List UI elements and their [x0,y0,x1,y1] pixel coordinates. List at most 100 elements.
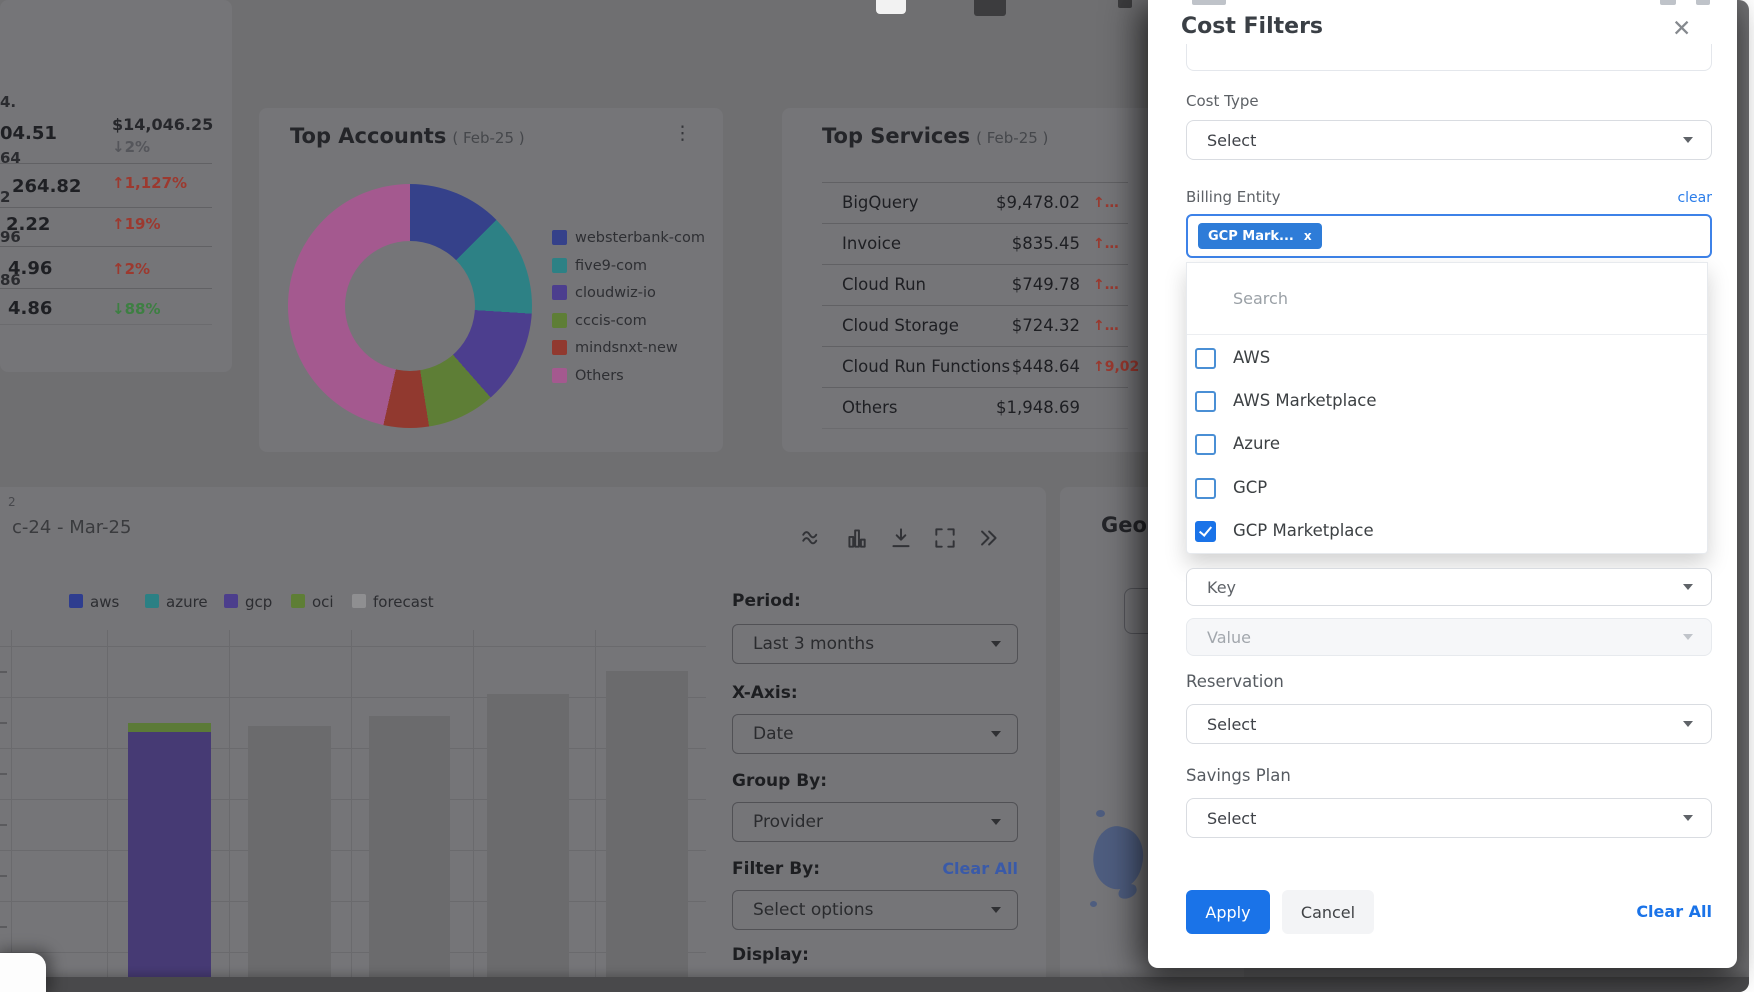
billing-option[interactable]: AWS [1187,337,1707,381]
option-label: GCP [1233,478,1267,497]
divider [0,324,212,325]
legend-label: five9-com [575,258,647,274]
stats-row-change-1: ↑2% [112,260,150,278]
billing-option[interactable]: AWS Marketplace [1187,380,1707,424]
option-label: AWS Marketplace [1233,391,1377,410]
trend-bar [487,694,569,977]
reservation-label: Reservation [1186,672,1284,691]
panel-clear-all-link[interactable]: Clear All [1602,902,1712,921]
legend-swatch [552,368,567,383]
legend-swatch [145,594,159,608]
axis-tick [0,722,7,724]
service-change: ↑… [1093,195,1119,211]
billing-entity-multiselect[interactable]: GCP Mark... x [1186,214,1712,258]
legend-swatch [552,313,567,328]
option-label: Azure [1233,434,1280,453]
trend-title-fragment: 2 [8,495,16,509]
status-bubble [0,953,46,992]
billing-option[interactable]: GCP Marketplace [1187,510,1707,554]
legend-swatch [224,594,238,608]
stats-row-sub: 2 [0,188,10,206]
line-chart-icon[interactable] [800,525,826,551]
checkbox[interactable] [1195,434,1216,455]
legend-label: forecast [373,593,434,611]
service-change: ↑… [1093,277,1119,293]
savings-plan-select[interactable]: Select [1186,798,1712,838]
top-accounts-title: Top Accounts [290,124,446,148]
stats-row-change-1: ↑1,127% [112,174,187,192]
legend-label: aws [90,593,119,611]
groupby-label: Group By: [732,771,827,791]
apply-button[interactable]: Apply [1186,890,1270,934]
trend-bar [606,671,688,977]
stats-row-value: 264.82 [12,176,81,197]
kebab-menu-icon[interactable]: ⋮ [673,124,692,143]
cancel-button[interactable]: Cancel [1282,890,1374,934]
top-edge-artifact [1696,0,1710,5]
card-title: Top Services( Feb-25 ) [822,124,1048,148]
download-icon[interactable] [888,525,914,551]
divider [822,182,1128,183]
double-chevron-icon[interactable] [975,525,1001,551]
fullscreen-icon[interactable] [932,525,958,551]
donut-hole [345,241,475,371]
filterby-select[interactable]: Select options [732,890,1018,930]
divider [822,428,1128,429]
billing-entity-clear-link[interactable]: clear [1612,190,1712,206]
scrolled-input-partial[interactable] [1186,44,1712,71]
stats-row-sub: 86 [0,271,21,289]
legend-label: gcp [245,593,272,611]
reservation-select[interactable]: Select [1186,704,1712,744]
legend-swatch [552,230,567,245]
close-icon[interactable]: ✕ [1672,16,1691,42]
service-amount: $724.32 [972,316,1080,335]
tag-key-select[interactable]: Key [1186,568,1712,606]
stats-row-sub: 96 [0,228,21,246]
divider [822,305,1128,306]
xaxis-select[interactable]: Date [732,714,1018,754]
cost-type-select[interactable]: Select [1186,120,1712,160]
top-edge-artifact [1660,0,1676,5]
search-placeholder: Search [1233,289,1288,308]
service-change: ↑9,02 [1093,359,1139,375]
filterby-label: Filter By: [732,859,820,879]
chevron-down-icon [991,641,1001,647]
checkbox[interactable] [1195,478,1216,499]
axis-tick [0,773,7,775]
billing-option[interactable]: GCP [1187,467,1707,511]
trend-bar [369,716,450,977]
period-select[interactable]: Last 3 months [732,624,1018,664]
key-placeholder: Key [1207,578,1236,597]
bar-chart-icon[interactable] [844,525,870,551]
legend-label: oci [312,593,334,611]
service-amount: $1,948.69 [972,398,1080,417]
map-fragment [1086,822,1150,894]
chevron-down-icon [991,731,1001,737]
stats-top-fragment: 4. [0,93,16,111]
chevron-down-icon [991,907,1001,913]
groupby-select[interactable]: Provider [732,802,1018,842]
divider [0,163,212,164]
cost-trend-card: 2 c-24 - Mar-25 aws azure gcp oci foreca… [0,487,1046,992]
chevron-down-icon [1683,815,1693,821]
checkbox[interactable] [1195,521,1216,542]
billing-option[interactable]: Azure [1187,423,1707,467]
service-amount: $749.78 [972,275,1080,294]
filterby-clear-all-link[interactable]: Clear All [922,859,1018,878]
legend-swatch [552,340,567,355]
tag-remove-icon[interactable]: x [1304,229,1312,243]
trend-bar [128,732,211,977]
dropdown-search-input[interactable]: Search [1187,263,1707,335]
tag-value-select[interactable]: Value [1186,618,1712,656]
value-placeholder: Value [1207,628,1251,647]
checkbox[interactable] [1195,348,1216,369]
tag-label: GCP Mark... [1208,229,1294,244]
trend-bar-cap [128,723,211,732]
trend-date-range: c-24 - Mar-25 [12,517,131,538]
axis-tick [0,671,7,673]
divider [0,207,212,208]
checkbox[interactable] [1195,391,1216,412]
cost-filters-panel: Cost Filters ✕ Cost Type Select Billing … [1148,0,1737,968]
legend-label: cloudwiz-io [575,285,656,301]
xaxis-value: Date [753,724,794,744]
